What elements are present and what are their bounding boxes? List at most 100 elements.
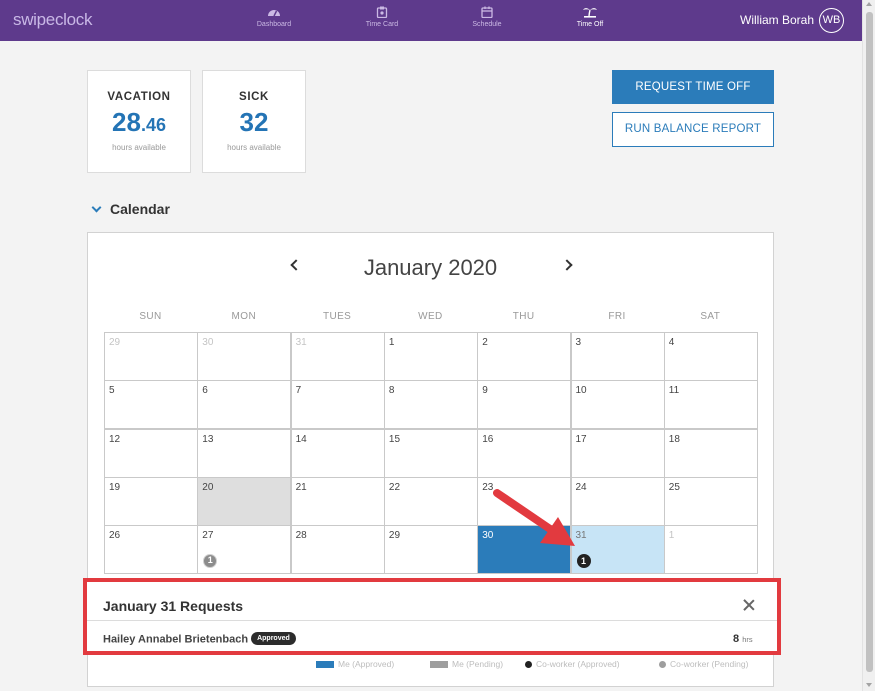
request-count-badge[interactable]: 1 [576, 554, 591, 569]
day-number: 23 [482, 481, 494, 493]
calendar-day[interactable]: 15 [383, 428, 478, 478]
calendar-day[interactable]: 17 [570, 428, 665, 478]
calendar-day[interactable]: 24 [570, 476, 665, 526]
legend-item: Me (Pending) [430, 659, 503, 669]
hours-value: 8 [733, 633, 740, 645]
calendar-day[interactable]: 20 [197, 476, 292, 526]
calendar-day[interactable]: 14 [290, 428, 385, 478]
day-number: 30 [482, 530, 494, 542]
scroll-down-arrow-icon[interactable] [866, 683, 872, 687]
day-number: 21 [295, 481, 307, 493]
legend-label: Co-worker (Approved) [536, 659, 620, 669]
request-row[interactable]: Hailey Annabel Brietenbach Approved [103, 632, 296, 646]
value-integer: 28 [112, 107, 141, 137]
calendar-day[interactable]: 30 [477, 525, 572, 575]
request-time-off-button[interactable]: REQUEST TIME OFF [612, 70, 774, 104]
nav-time-card-label: Time Card [365, 21, 399, 28]
value-decimal: .46 [140, 115, 166, 135]
nav-dashboard-label: Dashboard [256, 21, 292, 28]
top-nav-bar: swipeclock Dashboard Time Card Schedule [0, 0, 862, 41]
calendar-day[interactable]: 18 [663, 428, 758, 478]
calendar-day[interactable]: 26 [104, 525, 198, 575]
calendar-day[interactable]: 13 [197, 428, 292, 478]
calendar-day[interactable]: 1 [383, 332, 478, 381]
day-number: 17 [575, 433, 587, 445]
avatar[interactable]: WB [819, 8, 844, 33]
day-number: 26 [109, 530, 121, 542]
calendar-day[interactable]: 19 [104, 476, 198, 526]
weekday-header: WED [418, 311, 443, 322]
card-value: 32 [203, 107, 305, 138]
day-number: 11 [668, 385, 680, 397]
calendar-day[interactable]: 23 [477, 476, 572, 526]
calendar-day[interactable]: 28 [290, 525, 385, 575]
gauge-icon [268, 10, 280, 17]
day-number: 29 [109, 337, 121, 348]
weekday-header: SUN [139, 311, 162, 322]
calendar-day[interactable]: 29 [383, 525, 478, 575]
day-number: 30 [202, 337, 214, 348]
card-title: SICK [239, 91, 269, 103]
calendar-day[interactable]: 29 [104, 332, 198, 381]
calendar-day[interactable]: 10 [570, 380, 665, 430]
card-subtitle: hours available [112, 143, 166, 152]
weekday-header: MON [231, 311, 257, 322]
legend-item: Co-worker (Approved) [525, 659, 620, 669]
day-number: 6 [202, 385, 208, 397]
day-number: 31 [295, 337, 307, 348]
scroll-thumb[interactable] [866, 12, 873, 672]
day-number: 20 [202, 481, 214, 493]
day-number: 16 [482, 433, 494, 445]
swipeclock-logo[interactable]: swipeclock [13, 10, 93, 30]
request-count-badge[interactable]: 1 [203, 554, 218, 569]
calendar-day[interactable]: 4 [663, 332, 758, 381]
calendar-day[interactable]: 30 [197, 332, 292, 381]
legend-item: Co-worker (Pending) [659, 659, 748, 669]
request-hours: 8 hrs [733, 633, 753, 645]
calendar-day[interactable]: 7 [290, 380, 385, 430]
calendar-day[interactable]: 6 [197, 380, 292, 430]
value-integer: 32 [239, 107, 269, 137]
nav-time-off[interactable]: Time Off [555, 6, 625, 28]
calendar-day[interactable]: 12 [104, 428, 198, 478]
nav-schedule[interactable]: Schedule [452, 6, 522, 28]
nav-time-card[interactable]: Time Card [347, 6, 417, 28]
day-number: 8 [388, 385, 395, 397]
calendar-day[interactable]: 3 [570, 332, 665, 381]
calendar-day[interactable]: 31 [290, 332, 385, 381]
calendar-day[interactable]: 25 [663, 476, 758, 526]
calendar-day[interactable]: 5 [104, 380, 198, 430]
day-number: 1 [388, 337, 395, 348]
day-number: 1 [668, 530, 675, 542]
palm-tree-icon [583, 8, 597, 18]
nav-dashboard[interactable]: Dashboard [239, 6, 309, 28]
calendar-day[interactable]: 2 [477, 332, 572, 381]
calendar-section-title: Calendar [110, 201, 170, 217]
calendar-day[interactable]: 31 1 [570, 525, 665, 575]
day-number: 9 [482, 385, 488, 397]
card-title: VACATION [107, 91, 171, 103]
calendar-day[interactable]: 11 [663, 380, 758, 430]
calendar-day[interactable]: 22 [383, 476, 478, 526]
calendar-day[interactable]: 27 1 [197, 525, 292, 575]
calendar-day[interactable]: 9 [477, 380, 572, 430]
day-number: 18 [668, 433, 680, 445]
sick-balance-card: SICK 32 hours available [202, 70, 306, 173]
calendar-day[interactable]: 1 [663, 525, 758, 575]
calendar-section-toggle[interactable]: Calendar [91, 201, 170, 217]
day-number: 24 [575, 481, 587, 493]
day-number: 19 [109, 481, 121, 493]
scroll-up-arrow-icon[interactable] [866, 2, 872, 6]
user-name[interactable]: William Borah [740, 13, 814, 27]
weekday-header: TUES [322, 311, 352, 322]
day-number: 31 [575, 530, 587, 542]
calendar-day[interactable]: 21 [290, 476, 385, 526]
calendar-day[interactable]: 16 [477, 428, 572, 478]
vertical-scrollbar[interactable] [862, 0, 875, 691]
calendar-day[interactable]: 8 [383, 380, 478, 430]
day-requests-popup: January 31 Requests Hailey Annabel Briet… [83, 578, 781, 655]
close-icon[interactable] [742, 598, 756, 612]
run-balance-report-button[interactable]: RUN BALANCE REPORT [612, 112, 774, 147]
popup-title: January 31 Requests [103, 598, 244, 614]
day-number: 2 [482, 337, 488, 348]
